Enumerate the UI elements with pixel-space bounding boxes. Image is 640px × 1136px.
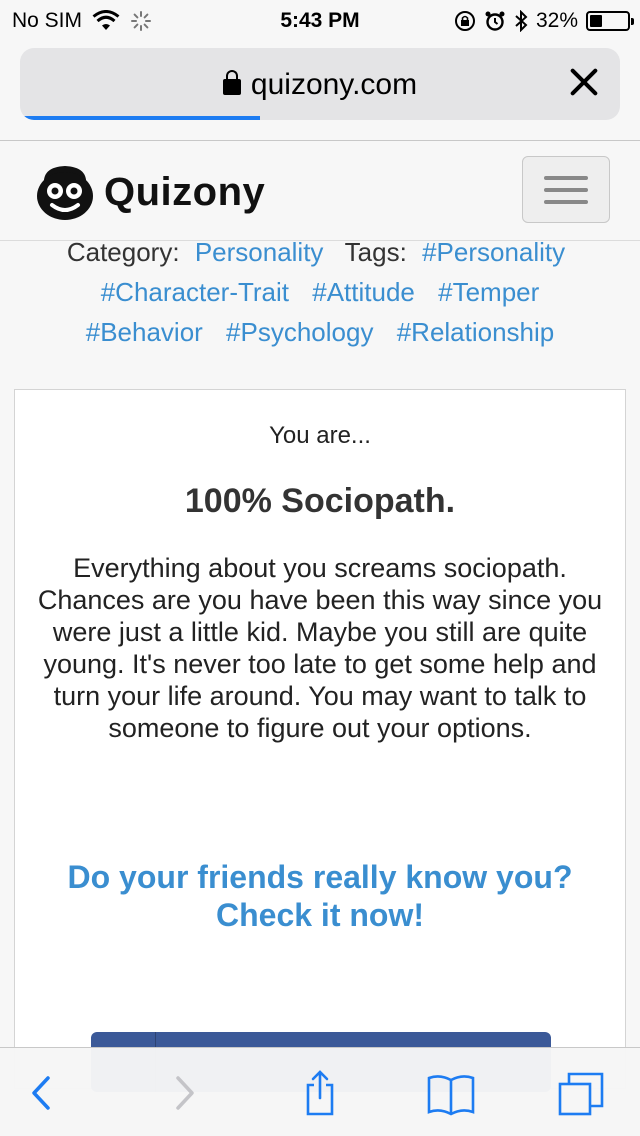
status-right: 32% (446, 9, 634, 33)
alarm-icon (485, 11, 505, 31)
tags-line-2: #Character-Trait #Attitude #Temper (0, 272, 640, 312)
tag-link[interactable]: #Psychology (226, 317, 373, 347)
result-description: Everything about you screams sociopath. … (37, 553, 603, 743)
hamburger-line (544, 200, 588, 204)
tags-line-3: #Behavior #Psychology #Relationship (0, 312, 640, 352)
cta-line-2: Check it now! (215, 897, 424, 933)
tags-label: Tags: (344, 237, 407, 267)
tag-link[interactable]: #Personality (422, 237, 565, 267)
stop-loading-button[interactable] (564, 62, 604, 102)
category-label: Category: (66, 237, 180, 267)
status-bar: No SIM 5:43 PM 32% (0, 0, 640, 40)
tag-link[interactable]: #Attitude (312, 277, 415, 307)
result-title: 100% Sociopath. (184, 482, 456, 520)
bluetooth-icon (515, 10, 528, 32)
battery-icon (586, 11, 634, 31)
friends-quiz-link[interactable]: Do your friends really know you? Check i… (35, 858, 605, 934)
hamburger-line (544, 188, 588, 192)
back-icon[interactable] (18, 1070, 68, 1116)
result-card: You are... 100% Sociopath. Everything ab… (14, 389, 626, 1092)
share-icon[interactable] (295, 1070, 345, 1116)
logo-text: Quizony (104, 169, 266, 214)
tag-link[interactable]: #Temper (438, 277, 539, 307)
tag-link[interactable]: #Character-Trait (101, 277, 289, 307)
menu-button[interactable] (522, 156, 610, 223)
domain-text: quizony.com (250, 68, 418, 101)
category-link[interactable]: Personality (195, 237, 324, 267)
site-logo[interactable]: Quizony (34, 163, 265, 221)
result-intro: You are... (269, 422, 371, 449)
forward-icon[interactable] (158, 1070, 208, 1116)
address-bar[interactable]: quizony.com (20, 48, 620, 120)
lock-icon (222, 70, 241, 95)
logo-mascot-icon (37, 166, 93, 220)
bookmarks-icon[interactable] (426, 1070, 476, 1116)
address-field[interactable]: quizony.com (20, 68, 620, 102)
site-header: Quizony (0, 141, 640, 241)
orientation-lock-icon (454, 11, 475, 31)
cta-line-1: Do your friends really know you? (67, 859, 573, 895)
tag-link[interactable]: #Relationship (397, 317, 555, 347)
tag-link[interactable]: #Behavior (86, 317, 203, 347)
tabs-icon[interactable] (556, 1070, 606, 1116)
battery-percent: 32% (535, 9, 578, 32)
hamburger-line (544, 176, 588, 180)
load-progress-bar (20, 116, 260, 120)
quiz-tags: Category: Personality Tags: #Personality… (0, 232, 640, 352)
browser-toolbar (0, 1047, 640, 1136)
battery-fill (590, 15, 602, 27)
